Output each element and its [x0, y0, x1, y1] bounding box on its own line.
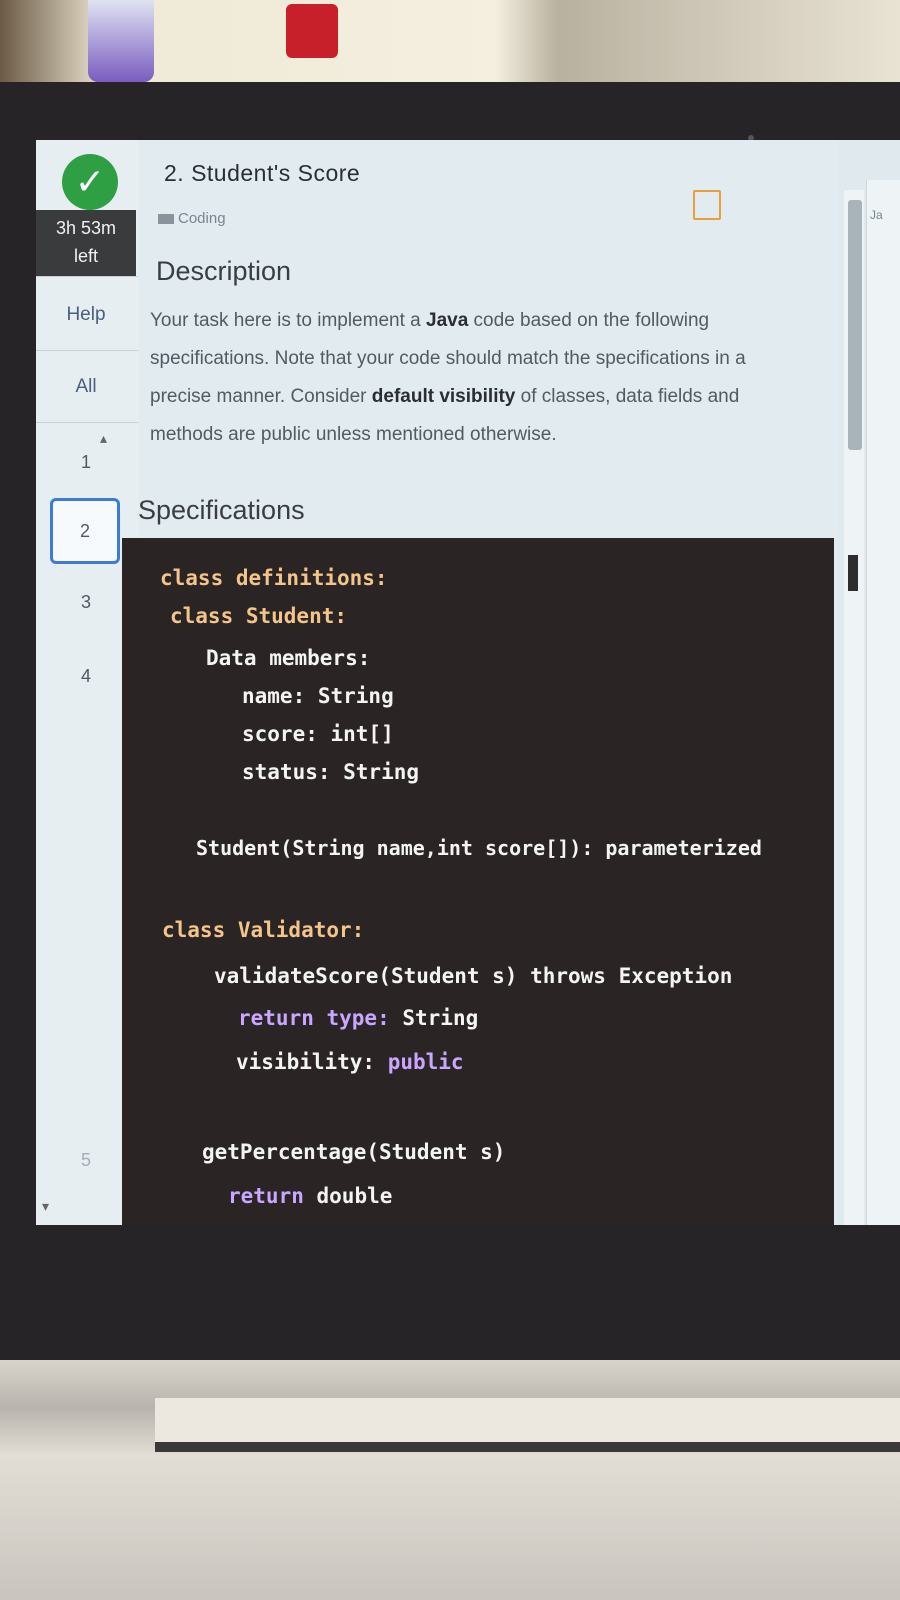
all-questions-link[interactable]: All	[36, 376, 136, 398]
sidebar-divider	[36, 276, 138, 277]
code-line: class Validator:	[162, 918, 365, 942]
question-content: 2. Student's Score Coding Description Yo…	[122, 140, 838, 1225]
code-line: class Student:	[170, 604, 348, 628]
sidebar-divider	[36, 422, 138, 423]
timer-value: 3h 53m	[55, 218, 117, 238]
laptop-base	[0, 1360, 900, 1600]
panel-resize-handle[interactable]	[848, 555, 858, 591]
tag-label: Coding	[178, 210, 226, 227]
background-bottle	[88, 0, 154, 82]
editor-pane	[866, 180, 900, 1225]
specifications-heading: Specifications	[138, 495, 305, 525]
code-line: score: int[]	[242, 722, 394, 746]
code-keyword: return	[228, 1184, 317, 1208]
code-keyword: visibility:	[236, 1050, 388, 1074]
sidebar-divider	[36, 350, 138, 351]
help-link[interactable]: Help	[36, 304, 136, 326]
check-circle-icon: ✓	[62, 154, 118, 210]
code-line: class definitions:	[160, 566, 388, 590]
question-nav-5[interactable]: 5	[36, 1150, 136, 1171]
code-type: double	[316, 1184, 393, 1208]
desc-default-visibility: default visibility	[371, 386, 516, 407]
question-nav-2[interactable]: 2	[50, 498, 120, 564]
specification-code-block: class definitions: class Student: Data m…	[122, 538, 834, 1225]
code-type: String	[402, 1006, 479, 1030]
question-title: 2. Student's Score	[164, 160, 361, 186]
chevron-up-icon[interactable]: ▴	[100, 430, 107, 447]
code-line: validateScore(Student s) throws Exceptio…	[214, 964, 733, 988]
description-text: Your task here is to implement a Java co…	[150, 302, 780, 454]
code-line: status: String	[242, 760, 420, 784]
code-line: visibility: public	[236, 1050, 464, 1074]
code-line: return double	[228, 1184, 392, 1208]
laptop-hinge	[155, 1398, 900, 1452]
screen: ✓ 3h 53m left Help All ▴ 1 2 3 4 5 ▾ 2. …	[36, 140, 900, 1225]
time-remaining: 3h 53m left	[36, 210, 136, 276]
question-type-tag: Coding	[158, 210, 226, 227]
code-line: Data members:	[206, 646, 371, 670]
description-heading: Description	[156, 256, 292, 286]
desc-java: Java	[426, 310, 469, 331]
background-can	[286, 4, 338, 58]
code-keyword: return type:	[238, 1006, 403, 1030]
question-nav-1[interactable]: 1	[36, 452, 136, 473]
code-line: return type: String	[238, 1006, 478, 1030]
question-nav-3[interactable]: 3	[36, 592, 136, 613]
code-line: name: String	[242, 684, 394, 708]
language-tab[interactable]: Ja	[870, 208, 883, 222]
desc-part: Your task here is to implement a	[150, 310, 426, 331]
content-scrollbar-thumb[interactable]	[848, 200, 862, 450]
tag-icon	[158, 214, 174, 225]
code-line: getPercentage(Student s)	[202, 1140, 506, 1164]
code-line: Student(String name,int score[]): parame…	[196, 836, 762, 860]
code-value: public	[387, 1050, 464, 1074]
question-nav-4[interactable]: 4	[36, 666, 136, 687]
bookmark-icon[interactable]	[693, 190, 721, 220]
chevron-down-icon[interactable]: ▾	[42, 1198, 49, 1215]
timer-suffix: left	[73, 246, 98, 266]
